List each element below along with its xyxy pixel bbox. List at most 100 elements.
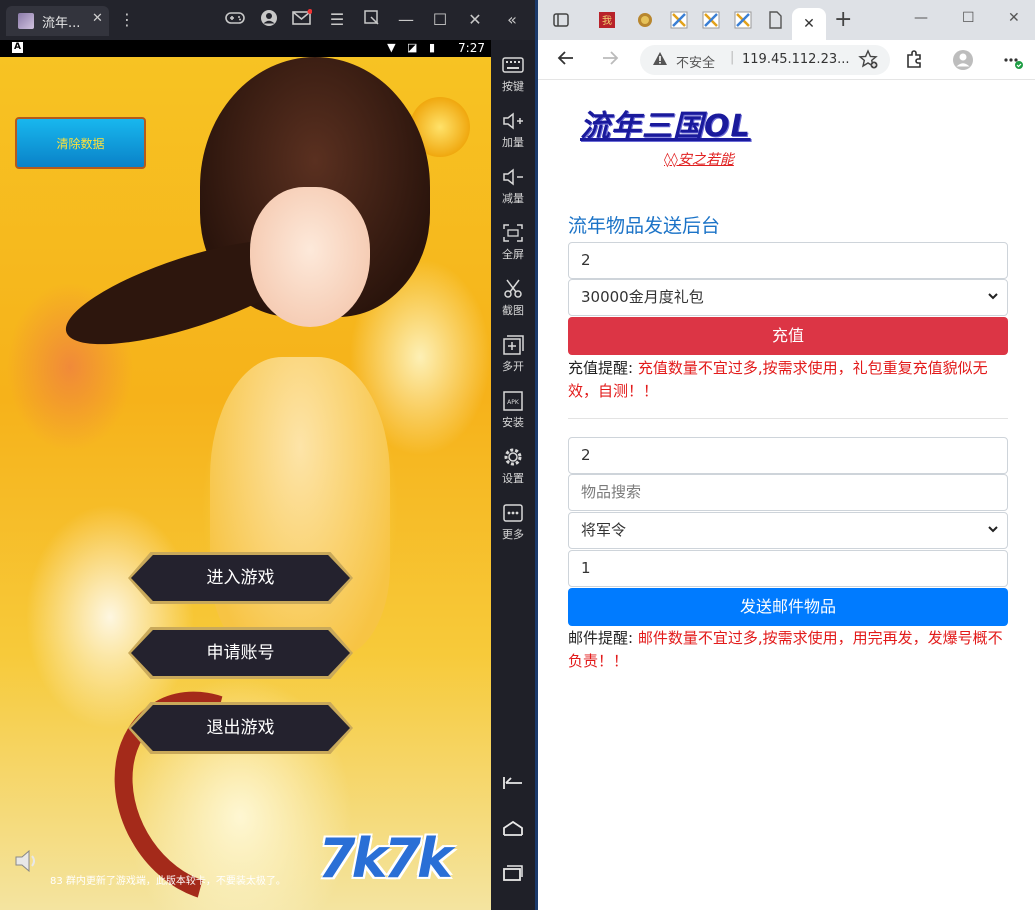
gear-icon [504, 448, 522, 466]
sidebar-item-more[interactable]: 更多 [491, 503, 535, 542]
bookmark-star-icon[interactable] [858, 49, 878, 73]
sidebar-item-screenshot[interactable]: 截图 [491, 279, 535, 318]
mail-item-selected: 将军令 [581, 521, 627, 539]
sidebar-label: 减量 [502, 192, 524, 205]
sidebar-item-volume-down[interactable]: 减量 [491, 167, 535, 206]
recent-apps-icon[interactable] [491, 865, 535, 885]
tab-favicon-game-icon[interactable]: 我 [596, 9, 624, 37]
tab-page-icon[interactable] [764, 9, 792, 37]
status-time: 7:27 [458, 41, 485, 55]
multi-instance-icon [503, 335, 524, 355]
emulator-tab[interactable]: 流年... ✕ [6, 6, 109, 36]
fullscreen-icon [503, 224, 523, 242]
sidebar-item-keymap[interactable]: 按键 [491, 55, 535, 94]
recharge-package-select[interactable]: 30000金月度礼包 [568, 279, 1008, 316]
recharge-notice: 充值提醒: 充值数量不宜过多,按需求使用，礼包重复充值貌似无效，自测！！ [568, 357, 1008, 403]
resize-icon[interactable] [360, 9, 382, 31]
new-tab-button[interactable]: + [834, 9, 852, 31]
page-title: 流年物品发送后台 [568, 215, 721, 237]
security-status-label[interactable]: 不安全 [676, 52, 715, 71]
android-status-bar: A ▼ ◪ ▮ 7:27 [0, 40, 491, 57]
close-window-icon[interactable]: ✕ [1008, 10, 1020, 26]
status-icons: ▼ ◪ ▮ [387, 41, 439, 54]
sidebar-item-install-apk[interactable]: APK 安装 [491, 391, 535, 430]
tab-actions-icon[interactable] [550, 9, 578, 37]
user-avatar-icon[interactable] [258, 9, 280, 31]
browser-menu-icon[interactable] [1000, 49, 1024, 75]
emulator-titlebar: 流年... ✕ ⋮ ☰ — ☐ ✕ « [0, 0, 535, 40]
sidebar-item-fullscreen[interactable]: 全屏 [491, 223, 535, 262]
minimize-icon[interactable]: — [395, 9, 417, 31]
forward-arrow-icon[interactable] [600, 48, 620, 73]
send-mail-item-button[interactable]: 发送邮件物品 [568, 588, 1008, 626]
omnibox-separator: | [730, 50, 735, 65]
emulator-sidebar: 按键 加量 减量 全屏 截图 多开 APK 安装 设置 更多 [491, 40, 535, 910]
recharge-package-selected: 30000金月度礼包 [581, 288, 704, 306]
sidebar-label: 安装 [502, 416, 524, 429]
maximize-icon[interactable]: ☐ [429, 9, 451, 31]
7k7k-logo: 7k7k [318, 827, 453, 890]
sidebar-item-volume-up[interactable]: 加量 [491, 111, 535, 150]
mail-icon[interactable] [291, 9, 313, 31]
home-nav-icon[interactable] [491, 820, 535, 840]
tab-favicon-x-icon[interactable] [700, 9, 728, 37]
sidebar-label: 设置 [502, 472, 524, 485]
recharge-id-input[interactable]: 2 [568, 242, 1008, 279]
active-tab[interactable]: ✕ [792, 8, 826, 40]
mail-notice-label: 邮件提醒: [568, 629, 634, 647]
close-window-icon[interactable]: ✕ [464, 9, 486, 31]
tab-favicon-x-icon[interactable] [732, 9, 760, 37]
sidebar-label: 加量 [502, 136, 524, 149]
browser-window: 我 ✕ + — ☐ ✕ 不安全 | 119.45.112.23... 流年三国O… [538, 0, 1035, 910]
section-divider [568, 418, 1008, 419]
sidebar-item-settings[interactable]: 设置 [491, 447, 535, 486]
url-text[interactable]: 119.45.112.23... [742, 52, 850, 67]
tab-favicon-x-icon[interactable] [668, 9, 696, 37]
emulator-window: 流年... ✕ ⋮ ☰ — ☐ ✕ « A ▼ ◪ ▮ 7:27 清除数据 进入… [0, 0, 535, 910]
recharge-notice-label: 充值提醒: [568, 359, 634, 377]
warning-triangle-icon[interactable] [652, 51, 668, 71]
hamburger-menu-icon[interactable]: ☰ [326, 9, 348, 31]
scissors-icon [504, 279, 522, 298]
mail-id-input[interactable]: 2 [568, 437, 1008, 474]
exit-game-button[interactable]: 退出游戏 [131, 705, 350, 751]
maximize-icon[interactable]: ☐ [962, 10, 975, 26]
close-tab-icon[interactable]: ✕ [803, 16, 815, 32]
svg-text:我: 我 [602, 15, 612, 27]
game-app-icon [18, 13, 34, 29]
site-subtitle-link[interactable]: ◊◊安之若能 [664, 149, 734, 169]
character-face [250, 187, 370, 327]
profile-avatar-icon[interactable] [952, 49, 974, 75]
game-screen[interactable]: 清除数据 进入游戏 申请账号 退出游戏 7k7k 83 群内更新了游戏端，此版本… [0, 57, 491, 910]
kebab-menu-icon[interactable]: ⋮ [116, 9, 138, 31]
sidebar-item-multi-instance[interactable]: 多开 [491, 335, 535, 374]
apk-install-icon: APK [503, 391, 523, 411]
clear-data-button[interactable]: 清除数据 [15, 117, 146, 169]
extensions-puzzle-icon[interactable] [904, 49, 924, 73]
sidebar-label: 截图 [502, 304, 524, 317]
browser-tab-bar: 我 ✕ + — ☐ ✕ [538, 0, 1035, 40]
mail-quantity-input[interactable]: 1 [568, 550, 1008, 587]
recharge-button[interactable]: 充值 [568, 317, 1008, 355]
mail-item-select[interactable]: 将军令 [568, 512, 1008, 549]
tab-favicon-coin-icon[interactable] [634, 9, 662, 37]
speaker-icon[interactable] [12, 847, 40, 875]
item-search-input[interactable]: 物品搜索 [568, 474, 1008, 511]
close-icon[interactable]: ✕ [92, 11, 103, 26]
character-body [210, 357, 390, 657]
sidebar-label: 按键 [502, 80, 524, 93]
gamepad-icon[interactable] [224, 9, 246, 31]
back-nav-icon[interactable] [491, 775, 535, 795]
address-bar[interactable]: 不安全 | 119.45.112.23... [640, 45, 890, 75]
back-arrow-icon[interactable] [556, 48, 576, 73]
emulator-tab-title: 流年... [42, 16, 81, 31]
site-logo[interactable]: 流年三国OL [580, 101, 751, 145]
register-account-button[interactable]: 申请账号 [131, 630, 350, 676]
keyboard-icon [502, 57, 524, 73]
sidebar-label: 全屏 [502, 248, 524, 261]
enter-game-button[interactable]: 进入游戏 [131, 555, 350, 601]
sidebar-label: 更多 [502, 528, 524, 541]
collapse-sidebar-icon[interactable]: « [501, 9, 523, 31]
minimize-icon[interactable]: — [914, 10, 928, 26]
volume-up-icon [503, 112, 523, 130]
